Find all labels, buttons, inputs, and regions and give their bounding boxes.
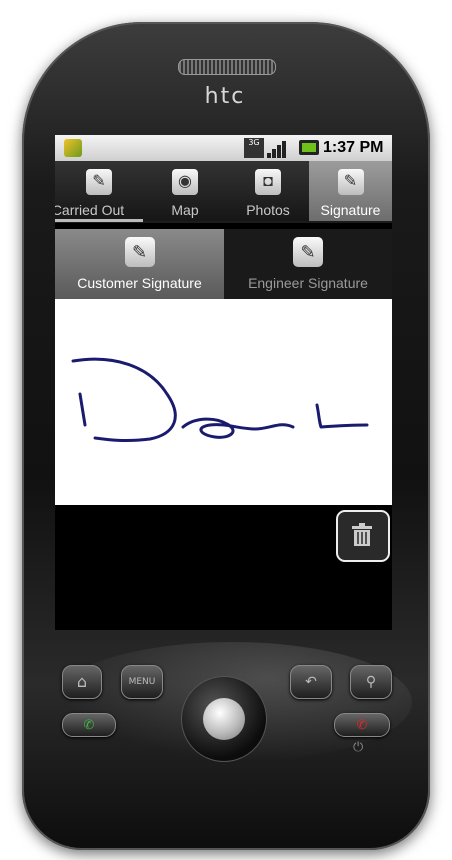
tab-bar: ✎ Carried Out ◉ Map ◘ Photos ✎ Signature (55, 161, 392, 223)
tab-label: Signature (320, 202, 381, 218)
clear-signature-button[interactable] (336, 510, 390, 562)
back-button[interactable]: ↶ (290, 665, 332, 699)
signature-canvas[interactable] (55, 299, 392, 505)
subtab-label: Customer Signature (77, 275, 202, 291)
3g-icon: 3G (244, 138, 264, 158)
tab-customer-signature[interactable]: ✎ Customer Signature (55, 229, 224, 299)
tab-label: Photos (246, 202, 290, 218)
battery-icon (299, 140, 319, 155)
tab-scroll-indicator (55, 219, 143, 222)
pen-icon: ✎ (293, 237, 323, 267)
signature-stroke (71, 357, 369, 443)
home-button[interactable]: ⌂ (62, 665, 102, 699)
status-bar: 3G 1:37 PM (55, 135, 392, 161)
power-icon: ⏻ (353, 740, 364, 755)
camera-icon: ◘ (255, 169, 281, 195)
tab-label: Carried Out (55, 202, 125, 218)
tab-signature[interactable]: ✎ Signature (309, 161, 392, 221)
search-icon: ⚲ (365, 674, 377, 690)
signature-subtabs: ✎ Customer Signature ✎ Engineer Signatur… (55, 229, 392, 299)
notepad-icon: ✎ (86, 169, 112, 195)
globe-icon: ◉ (172, 169, 198, 195)
brand-logo: htc (204, 84, 246, 109)
subtab-label: Engineer Signature (248, 275, 368, 291)
tab-engineer-signature[interactable]: ✎ Engineer Signature (224, 229, 392, 299)
signal-icon (267, 138, 287, 158)
trackball[interactable] (181, 676, 267, 762)
menu-icon: MENU (128, 677, 156, 687)
app-icon (64, 139, 82, 157)
trash-icon (352, 523, 372, 546)
tab-carried-out[interactable]: ✎ Carried Out (55, 161, 144, 222)
earpiece-speaker (178, 59, 276, 75)
phone-icon: ✆ (83, 718, 95, 733)
search-button[interactable]: ⚲ (350, 665, 392, 699)
end-call-button[interactable]: ✆ (334, 713, 390, 737)
menu-button[interactable]: MENU (121, 665, 163, 699)
tab-photos[interactable]: ◘ Photos (227, 161, 310, 221)
tab-map[interactable]: ◉ Map (143, 161, 228, 221)
pen-icon: ✎ (337, 169, 364, 195)
status-time: 1:37 PM (323, 139, 384, 156)
tab-label: Map (171, 202, 199, 218)
screen: 3G 1:37 PM ✎ Carried Out ◉ Map ◘ Photos … (55, 135, 392, 630)
call-button[interactable]: ✆ (62, 713, 116, 737)
home-icon: ⌂ (76, 672, 88, 691)
pen-icon: ✎ (124, 237, 155, 267)
back-icon: ↶ (305, 674, 317, 690)
hang-up-icon: ✆ (356, 718, 368, 733)
